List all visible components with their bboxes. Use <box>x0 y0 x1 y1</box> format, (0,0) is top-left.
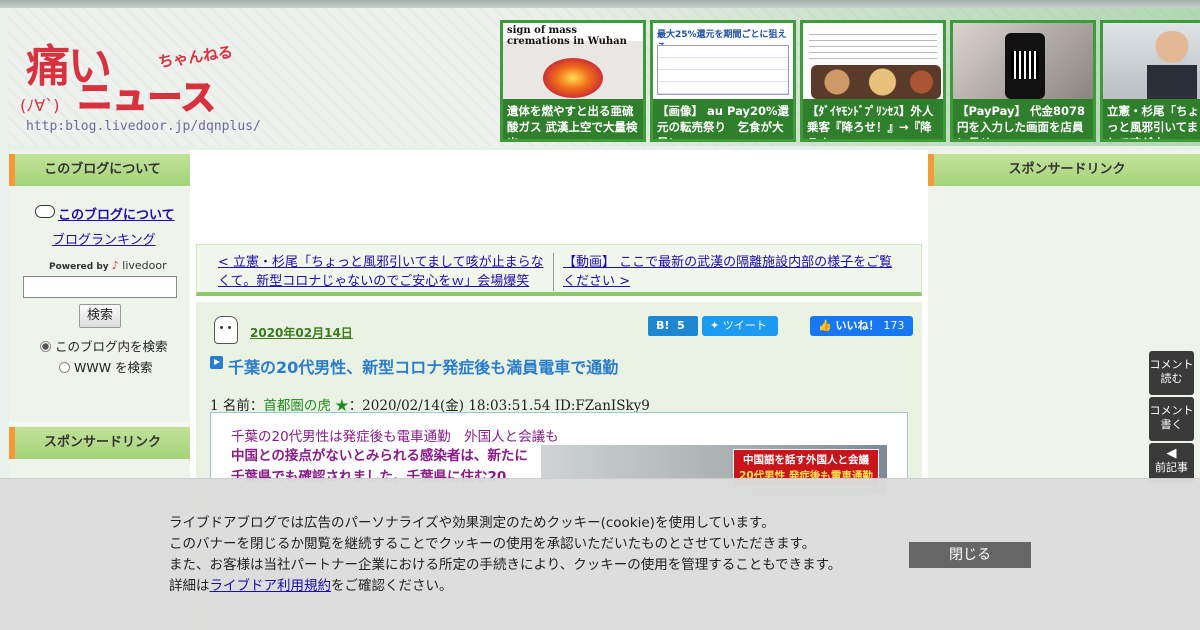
radio-dot-checked <box>40 341 51 352</box>
logo-chan: ちゃんねる <box>157 42 234 72</box>
nav-divider <box>553 253 554 291</box>
terms-link[interactable]: ライブドア利用規約 <box>210 578 332 594</box>
tweet-button[interactable]: ✦ ツイート <box>702 316 778 336</box>
play-icon <box>210 356 223 369</box>
prev-article-button[interactable]: ◀ 前記事 <box>1149 443 1194 483</box>
thumb-image: sign of mass cremations in Wuhan <box>503 23 643 99</box>
prev-article-label: 前記事 <box>1155 461 1188 474</box>
like-count: 173 <box>883 319 905 332</box>
about-link[interactable]: このブログについて <box>58 204 175 223</box>
cookie-line: また、お客様は当社パートナー企業における所定の手続きにより、クッキーの使用を管理… <box>169 557 842 573</box>
right-sponsor-header: スポンサードリンク <box>928 154 1200 186</box>
logo-url: http:blog.livedoor.jp/dqnplus/ <box>26 119 261 134</box>
radio-search-blog[interactable]: このブログ内を検索 <box>40 336 168 355</box>
left-sponsor-header: スポンサードリンク <box>9 427 190 459</box>
sidebar-separator <box>9 422 190 426</box>
thumb-caption: 【PayPay】 代金8078円を入力した画面を店員に見せ <box>953 99 1093 139</box>
thumb-image <box>953 23 1093 99</box>
thumb-image: 最大25%還元を期間ごとに狙える <box>653 23 793 99</box>
header-thumb-strip: sign of mass cremations in Wuhan 遺体を燃やすと… <box>500 8 1200 146</box>
arrow-left-icon: ◀ <box>1166 446 1177 461</box>
blog-logo[interactable]: 痛い ちゃんねる ニュース (ﾉ∀`) http:blog.livedoor.j… <box>18 26 261 136</box>
header-thumb[interactable]: 立憲・杉尾「ちょっと風邪引いてまして咳が止 <box>1100 20 1200 142</box>
blog-header: 痛い ちゃんねる ニュース (ﾉ∀`) http:blog.livedoor.j… <box>8 8 1200 146</box>
news-caption-top: 中国語を話す外国人と会議 <box>743 454 869 466</box>
logo-face: (ﾉ∀`) <box>20 96 60 115</box>
thumb-caption: 立憲・杉尾「ちょっと風邪引いてまして咳が止 <box>1103 99 1200 139</box>
cookie-line: このバナーを閉じるか閲覧を継続することでクッキーの使用を承認いただいたものとさせ… <box>169 536 816 552</box>
about-header: このブログについて <box>9 154 190 186</box>
article-date[interactable]: 2020年02月14日 <box>250 324 353 341</box>
radio-search-www[interactable]: WWW を検索 <box>59 357 153 376</box>
thumb-caption: 【画像】 au Pay20%還元の転売祭り 乞食が大量に <box>653 99 793 139</box>
radio-label: WWW を検索 <box>74 360 153 375</box>
radio-dot <box>59 362 70 373</box>
article-title[interactable]: 千葉の20代男性、新型コロナ発症後も満員電車で通勤 <box>228 354 618 378</box>
ranking-link[interactable]: ブログランキング <box>52 229 156 248</box>
hatena-icon: B! <box>656 319 670 332</box>
twitter-icon: ✦ <box>710 319 720 332</box>
header-thumb[interactable]: 【ﾀﾞｲﾔﾓﾝﾄﾞﾌﾟﾘﾝｾｽ】外人乗客『降ろせ！』→『降ろさ <box>800 20 946 142</box>
like-label: いいね！ <box>835 319 880 332</box>
powered-by: Powered by ♪ livedoor <box>49 259 167 272</box>
header-thumb[interactable]: 【PayPay】 代金8078円を入力した画面を店員に見せ <box>950 20 1096 142</box>
thumbs-up-icon: 👍 <box>818 319 832 332</box>
read-comments-button[interactable]: コメント読む <box>1149 351 1194 395</box>
cookie-close-button[interactable]: 閉じる <box>909 542 1031 568</box>
cookie-detail-pre: 詳細は <box>169 578 210 594</box>
tweet-label: ツイート <box>722 319 767 332</box>
next-article-link[interactable]: 【動画】 ここで最新の武漢の隔離施設内部の様子をご覧ください > <box>563 253 903 291</box>
cookie-text: ライブドアブログでは広告のパーソナライズや効果測定のためクッキー(cookie)… <box>169 513 841 597</box>
write-comment-button[interactable]: コメント書く <box>1149 397 1194 441</box>
hatena-count: 5 <box>677 319 685 332</box>
cookie-line: ライブドアブログでは広告のパーソナライズや効果測定のためクッキー(cookie)… <box>169 515 775 531</box>
prev-article-link[interactable]: < 立憲・杉尾「ちょっと風邪引いてまして咳が止まらなくて。新型コロナじゃないので… <box>218 253 548 291</box>
livedoor-text: livedoor <box>122 259 167 272</box>
search-input[interactable] <box>23 276 177 298</box>
search-button[interactable]: 検索 <box>79 304 121 328</box>
thumb-caption: 【ﾀﾞｲﾔﾓﾝﾄﾞﾌﾟﾘﾝｾｽ】外人乗客『降ろせ！』→『降ろさ <box>803 99 943 139</box>
prev-next-nav: < 立憲・杉尾「ちょっと風邪引いてまして咳が止まらなくて。新型コロナじゃないので… <box>196 244 922 296</box>
thumb-image <box>1103 23 1200 101</box>
thumb-image <box>803 23 943 99</box>
hatena-bookmark-button[interactable]: B! 5 <box>648 316 698 336</box>
cookie-banner: ライブドアブログでは広告のパーソナライズや効果測定のためクッキー(cookie)… <box>0 478 1200 630</box>
mascot-icon <box>214 316 238 344</box>
radio-label: このブログ内を検索 <box>55 339 168 354</box>
cookie-detail-post: をご確認ください。 <box>331 578 453 594</box>
cookie-line: 詳細はライブドア利用規約をご確認ください。 <box>169 576 841 597</box>
header-thumb[interactable]: 最大25%還元を期間ごとに狙える 【画像】 au Pay20%還元の転売祭り 乞… <box>650 20 796 142</box>
smiley-icon <box>35 205 55 218</box>
like-button[interactable]: 👍 いいね！ 173 <box>810 316 913 336</box>
res-header: 1 名前：首都圏の虎 ★：2020/02/14(金) 18:03:51.54 I… <box>210 394 650 414</box>
thumb-headline: sign of mass cremations in Wuhan <box>507 25 627 47</box>
quote-title: 千葉の20代男性は発症後も電車通勤 外国人と会議も <box>231 429 559 445</box>
thumb-caption: 遺体を燃やすと出る亜硫酸ガス 武漢上空で大量検出… <box>503 99 643 139</box>
powered-label: Powered by <box>49 262 109 272</box>
top-strip <box>0 0 1200 8</box>
logo-news: ニュース <box>77 77 217 119</box>
livedoor-logo[interactable]: ♪ livedoor <box>112 259 167 272</box>
header-thumb[interactable]: sign of mass cremations in Wuhan 遺体を燃やすと… <box>500 20 646 142</box>
